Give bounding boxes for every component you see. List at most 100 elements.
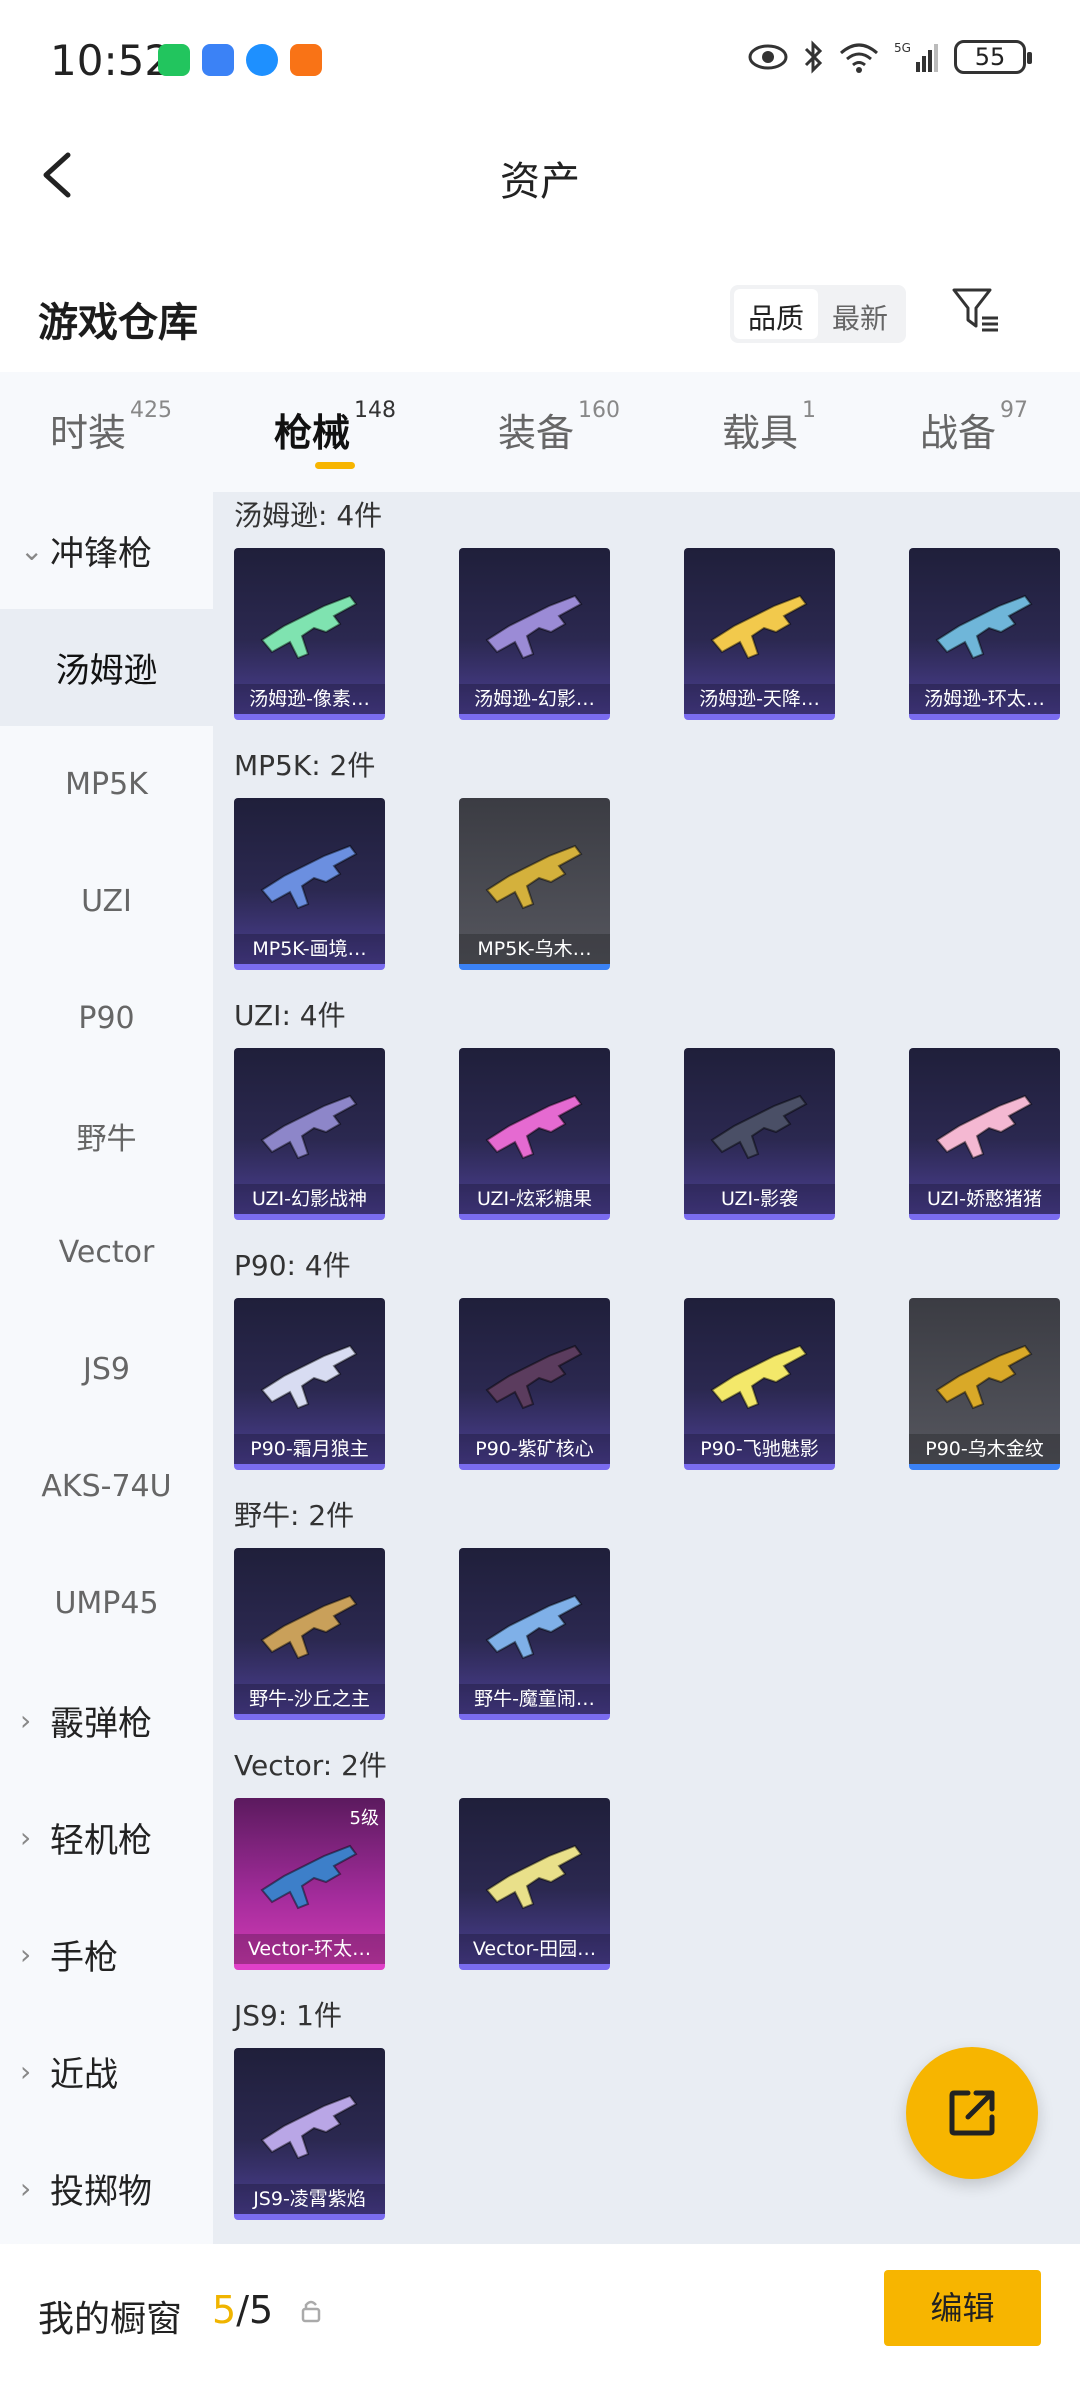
tab-label: 装备 [498,411,575,455]
weapon-card[interactable]: 5级 Vector-环太… [234,1798,385,1970]
page-title: 资产 [500,159,580,205]
weapon-card[interactable]: P90-乌木金纹 [909,1298,1060,1470]
category-tabs: 时装425 枪械148 装备160 载具1 战备97 [0,372,1080,492]
tab-vehicles[interactable]: 载具1 [722,398,816,457]
weapon-name: P90-霜月狼主 [234,1434,385,1464]
sidebar-item-uzi[interactable]: UZI [0,843,213,960]
section-title: 野牛: 2件 [234,1499,355,1532]
sidebar-item-bizon[interactable]: 野牛 [0,1077,213,1194]
lock-icon [300,2298,322,2330]
sidebar-item-label: 近战 [50,2055,118,2095]
weapon-image-icon [485,1844,583,1910]
weapon-name: UZI-影袭 [684,1184,835,1214]
weapon-card[interactable]: 野牛-魔童闹… [459,1548,610,1720]
tab-supplies[interactable]: 战备97 [920,398,1028,457]
weapon-card[interactable]: UZI-娇憨猪猪 [909,1048,1060,1220]
sidebar-group-pistol[interactable]: › 手枪 [0,1896,213,2013]
sidebar-item-p90[interactable]: P90 [0,960,213,1077]
sort-newest-button[interactable]: 最新 [818,289,902,339]
weapon-image-icon [260,844,358,910]
weapon-image-icon [260,1344,358,1410]
battery-indicator: 55 [954,40,1032,74]
weapon-image-icon [260,1844,358,1910]
sidebar-item-aks74u[interactable]: AKS-74U [0,1428,213,1545]
weapon-card[interactable]: 汤姆逊-幻影… [459,548,610,720]
weapon-card[interactable]: MP5K-乌木… [459,798,610,970]
warehouse-row: 游戏仓库 品质 最新 [0,270,1080,360]
sidebar-group-lmg[interactable]: › 轻机枪 [0,1779,213,1896]
section-title: UZI: 4件 [234,999,346,1032]
edit-button[interactable]: 编辑 [884,2270,1041,2346]
status-time: 10:52 [50,36,172,85]
weapon-card[interactable]: 汤姆逊-环太… [909,548,1060,720]
weapon-name: 汤姆逊-幻影… [459,684,610,714]
sort-quality-button[interactable]: 品质 [734,289,819,339]
eye-icon [748,44,788,70]
sidebar-item-mp5k[interactable]: MP5K [0,726,213,843]
browser-icon [246,44,278,76]
weapon-card[interactable]: UZI-幻影战神 [234,1048,385,1220]
sidebar-item-ump45[interactable]: UMP45 [0,1545,213,1662]
chevron-right-icon: › [20,2055,32,2088]
weapon-card[interactable]: P90-紫矿核心 [459,1298,610,1470]
sidebar-item-vector[interactable]: Vector [0,1194,213,1311]
sidebar-item-label: 汤姆逊 [55,651,158,691]
weapon-card[interactable]: UZI-影袭 [684,1048,835,1220]
weapon-name: 汤姆逊-环太… [909,684,1060,714]
weapon-image-icon [710,1344,808,1410]
message-icon [202,44,234,76]
weapon-name: 汤姆逊-天降… [684,684,835,714]
weapon-name: 汤姆逊-像素… [234,684,385,714]
weapon-card[interactable]: 汤姆逊-像素… [234,548,385,720]
tab-count: 1 [802,398,817,423]
weapon-name: P90-紫矿核心 [459,1434,610,1464]
weapon-card[interactable]: Vector-田园… [459,1798,610,1970]
weapon-image-icon [485,594,583,660]
weapon-card[interactable]: P90-霜月狼主 [234,1298,385,1470]
tab-label: 载具 [722,411,799,455]
filter-button[interactable] [950,284,1002,336]
sidebar-item-thompson[interactable]: 汤姆逊 [0,609,213,726]
signal-icon: 5G [894,41,938,72]
sidebar-group-shotgun[interactable]: › 霰弹枪 [0,1662,213,1779]
weapon-image-icon [485,1094,583,1160]
section-title: JS9: 1件 [234,1999,342,2032]
tab-fashion[interactable]: 时装425 [50,398,172,457]
weapon-name: UZI-幻影战神 [234,1184,385,1214]
sidebar-item-js9[interactable]: JS9 [0,1311,213,1428]
app-icon [290,44,322,76]
tab-equipment[interactable]: 装备160 [498,398,620,457]
section-title: P90: 4件 [234,1249,351,1282]
weapon-name: UZI-娇憨猪猪 [909,1184,1060,1214]
status-bar: 10:52 5G 55 [0,0,1080,125]
weapon-name: Vector-环太… [234,1934,385,1964]
weapon-name: MP5K-画境… [234,934,385,964]
wifi-icon [840,43,878,73]
filter-icon [952,288,998,332]
weapon-image-icon [260,594,358,660]
weapon-image-icon [260,1594,358,1660]
weapon-card[interactable]: 野牛-沙丘之主 [234,1548,385,1720]
weapon-card[interactable]: 汤姆逊-天降… [684,548,835,720]
weapon-card[interactable]: P90-飞驰魅影 [684,1298,835,1470]
weapon-image-icon [260,2094,358,2160]
showcase-separator: / [236,2288,249,2332]
weapon-name: UZI-炫彩糖果 [459,1184,610,1214]
chevron-right-icon: › [20,1821,32,1854]
sidebar-group-throwable[interactable]: › 投掷物 [0,2130,213,2247]
share-button[interactable] [906,2047,1038,2179]
sidebar-item-label: 霰弹枪 [50,1704,152,1744]
weapon-image-icon [935,1344,1033,1410]
tab-firearms[interactable]: 枪械148 [274,398,396,457]
tab-label: 枪械 [274,411,351,455]
sidebar-group-smg[interactable]: ⌄ 冲锋枪 [0,492,213,609]
weapon-card[interactable]: UZI-炫彩糖果 [459,1048,610,1220]
chevron-down-icon: ⌄ [20,534,44,567]
weapon-card[interactable]: MP5K-画境… [234,798,385,970]
sidebar-group-melee[interactable]: › 近战 [0,2013,213,2130]
svg-text:5G: 5G [894,41,911,55]
weapon-card[interactable]: JS9-凌霄紫焰 [234,2048,385,2220]
tab-count: 160 [578,398,621,423]
chevron-right-icon: › [20,1704,32,1737]
status-app-icons [158,44,322,76]
